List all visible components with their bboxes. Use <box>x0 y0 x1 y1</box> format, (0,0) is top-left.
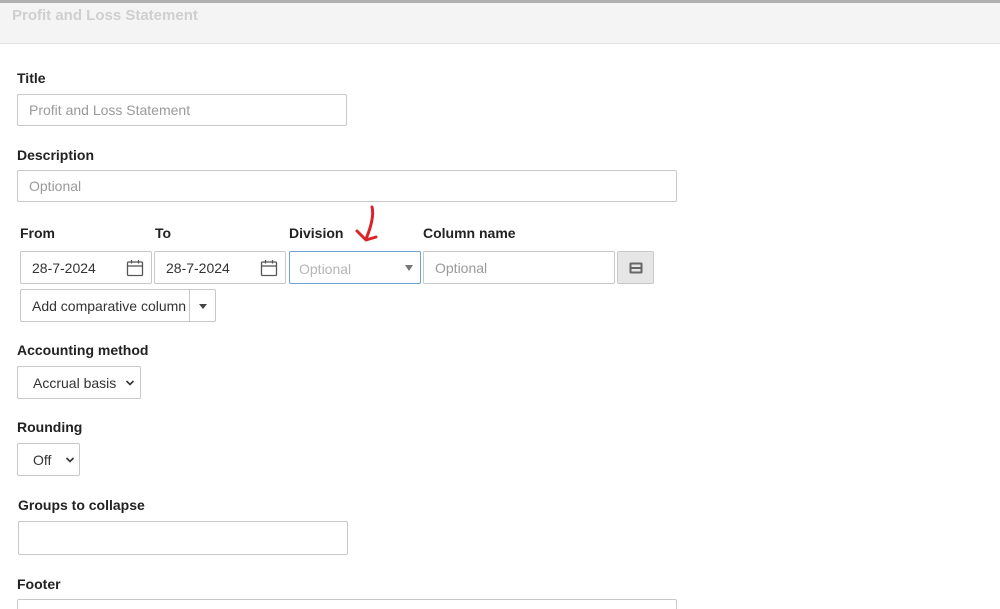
groups-to-collapse-label: Groups to collapse <box>18 497 145 513</box>
rounding-select[interactable]: Off <box>17 443 80 476</box>
column-name-input[interactable] <box>423 251 615 284</box>
accounting-method-select[interactable]: Accrual basis <box>17 366 141 399</box>
rounding-label: Rounding <box>17 419 83 435</box>
accounting-method-value: Accrual basis <box>33 375 117 391</box>
to-label: To <box>155 225 172 241</box>
columns-icon <box>629 262 643 274</box>
add-comparative-column-label: Add comparative column <box>32 298 187 314</box>
chevron-down-icon <box>65 457 75 463</box>
to-date-input[interactable]: 28-7-2024 <box>154 251 286 284</box>
to-date-value: 28-7-2024 <box>166 260 230 276</box>
description-label: Description <box>17 147 95 163</box>
from-date-input[interactable]: 28-7-2024 <box>20 251 152 284</box>
division-placeholder: Optional <box>299 261 352 277</box>
description-input[interactable] <box>17 170 677 202</box>
from-label: From <box>20 225 55 241</box>
calendar-icon[interactable] <box>126 259 144 277</box>
title-label: Title <box>17 70 46 86</box>
add-comparative-column-button[interactable]: Add comparative column <box>20 289 216 322</box>
chevron-down-icon <box>125 380 135 386</box>
footer-label: Footer <box>17 576 61 592</box>
dropdown-triangle-icon[interactable] <box>199 304 207 309</box>
column-name-label: Column name <box>423 225 516 241</box>
division-label: Division <box>289 225 344 241</box>
footer-input[interactable] <box>17 599 677 609</box>
from-date-value: 28-7-2024 <box>32 260 96 276</box>
accounting-method-label: Accounting method <box>17 342 149 358</box>
division-select[interactable]: Optional <box>289 251 421 284</box>
groups-to-collapse-input[interactable] <box>18 521 348 555</box>
rounding-value: Off <box>33 452 52 468</box>
calendar-icon[interactable] <box>260 259 278 277</box>
dropdown-triangle-icon <box>405 265 413 271</box>
page-header: Profit and Loss Statement <box>0 3 1000 44</box>
split-divider <box>189 290 190 321</box>
annotation-arrow-icon <box>355 205 378 242</box>
title-input[interactable] <box>17 94 347 126</box>
column-options-button[interactable] <box>617 251 654 284</box>
page-title: Profit and Loss Statement <box>12 7 198 24</box>
